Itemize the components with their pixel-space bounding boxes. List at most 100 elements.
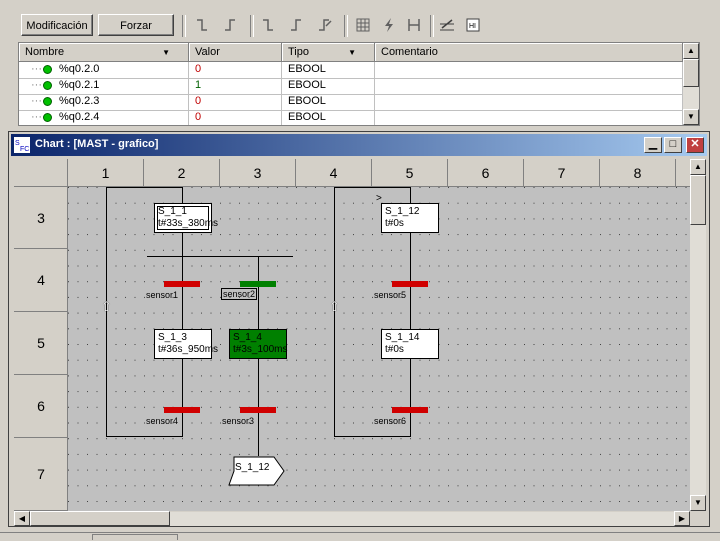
svg-text:HI: HI <box>469 23 476 30</box>
transition-label: sensor3 <box>222 416 255 426</box>
maximize-button[interactable]: □ <box>664 137 682 153</box>
step-s-1-4[interactable]: S_1_4 t#3s_100ms <box>229 329 287 359</box>
column-header-label: Valor <box>195 46 220 58</box>
column-header <box>676 159 690 187</box>
type-cell: EBOOL <box>282 94 375 110</box>
column-header: 1 <box>68 159 144 187</box>
table-row[interactable]: ··· %q0.2.3 0 EBOOL <box>19 94 683 111</box>
transition-label: sensor4 <box>146 416 179 426</box>
value-cell[interactable]: 0 <box>189 62 282 78</box>
scroll-left-button[interactable]: ◀ <box>14 511 30 526</box>
column-header-comment[interactable]: Comentario <box>375 43 683 62</box>
transition-sensor3[interactable] <box>240 407 276 413</box>
toolbar-separator <box>430 15 434 37</box>
step-s-1-12[interactable]: S_1_12 t#0s <box>381 203 439 233</box>
name-cell: ··· %q0.2.1 <box>19 78 189 94</box>
scroll-thumb[interactable] <box>30 511 170 526</box>
force-button[interactable]: Forzar <box>98 14 174 36</box>
status-led-icon <box>43 65 52 74</box>
window-titlebar[interactable]: S FC Chart : [MAST - grafico] ▁ □ ✕ <box>11 134 707 156</box>
transition-sensor5[interactable] <box>392 281 428 287</box>
step-id: S_1_12 <box>385 206 420 217</box>
status-bar-tab[interactable] <box>92 534 178 540</box>
loop-arrow-icon: ⇧ <box>101 299 112 314</box>
loop-line <box>334 187 410 188</box>
tree-dots: ··· <box>31 79 42 91</box>
transition-sensor2[interactable] <box>240 281 276 287</box>
column-header: 2 <box>144 159 220 187</box>
step-s-1-1[interactable]: S_1_1 t#33s_380ms <box>154 203 218 233</box>
column-header: 4 <box>296 159 372 187</box>
comment-cell[interactable] <box>375 110 683 125</box>
force-toggle-icon[interactable] <box>316 16 334 34</box>
divergence-bar <box>147 256 293 257</box>
scroll-up-button[interactable]: ▲ <box>683 43 699 59</box>
modify-button[interactable]: Modificación <box>21 14 93 36</box>
column-header: 5 <box>372 159 448 187</box>
chart-window: S FC Chart : [MAST - grafico] ▁ □ ✕ 1 2 … <box>8 131 710 527</box>
chart-vertical-scrollbar[interactable]: ▲ ▼ <box>690 159 706 511</box>
type-cell: EBOOL <box>282 78 375 94</box>
step-id: S_1_4 <box>233 332 262 343</box>
toolbar-separator <box>182 15 186 37</box>
sort-arrow-icon: ▼ <box>162 48 170 57</box>
hi-display-icon[interactable]: HI <box>464 16 482 34</box>
column-header-type[interactable]: Tipo ▼ <box>282 43 375 62</box>
sfc-chart-canvas[interactable]: 1 2 3 4 5 6 7 8 3 4 5 6 7 ⇧ ⇧ > S_1_1 t#… <box>14 159 690 511</box>
row-header: 7 <box>14 438 68 511</box>
tree-dots: ··· <box>31 63 42 75</box>
column-header: 7 <box>524 159 600 187</box>
loop-arrow-icon: ⇧ <box>329 299 340 314</box>
column-header-label: Nombre <box>25 46 65 58</box>
chart-horizontal-scrollbar[interactable]: ◀ ▶ <box>14 511 690 526</box>
step-time: t#0s <box>385 218 404 229</box>
force-falling-icon[interactable] <box>288 16 306 34</box>
table-row[interactable]: ··· %q0.2.0 0 EBOOL <box>19 62 683 79</box>
scroll-thumb[interactable] <box>690 175 706 225</box>
force-rising-icon[interactable] <box>260 16 278 34</box>
step-s-1-3[interactable]: S_1_3 t#36s_950ms <box>154 329 218 359</box>
transition-label: sensor5 <box>374 290 407 300</box>
column-header: 8 <box>600 159 676 187</box>
bracket-icon[interactable] <box>405 16 423 34</box>
transition-sensor1[interactable] <box>164 281 200 287</box>
scroll-up-button[interactable]: ▲ <box>690 159 706 175</box>
variable-name: %q0.2.3 <box>59 95 100 107</box>
scroll-down-button[interactable]: ▼ <box>683 109 699 125</box>
rising-edge-icon[interactable] <box>194 16 212 34</box>
toolbar-separator <box>250 15 254 37</box>
name-cell: ··· %q0.2.0 <box>19 62 189 78</box>
scroll-down-button[interactable]: ▼ <box>690 495 706 511</box>
toolbar-separator <box>344 15 348 37</box>
loop-line <box>106 187 182 188</box>
column-header-value[interactable]: Valor <box>189 43 282 62</box>
column-header-name[interactable]: Nombre ▼ <box>19 43 189 62</box>
status-led-icon <box>43 113 52 122</box>
comment-cell[interactable] <box>375 62 683 78</box>
comment-cell[interactable] <box>375 94 683 110</box>
transition-sensor4[interactable] <box>164 407 200 413</box>
table-row[interactable]: ··· %q0.2.4 0 EBOOL <box>19 110 683 125</box>
table-vertical-scrollbar[interactable]: ▲ ▼ <box>683 43 699 125</box>
step-id: S_1_14 <box>385 332 420 343</box>
value-cell[interactable]: 0 <box>189 94 282 110</box>
row-header: 4 <box>14 249 68 312</box>
close-button[interactable]: ✕ <box>686 137 704 153</box>
row-header: 3 <box>14 187 68 249</box>
name-cell: ··· %q0.2.3 <box>19 94 189 110</box>
minimize-button[interactable]: ▁ <box>644 137 662 153</box>
step-s-1-14[interactable]: S_1_14 t#0s <box>381 329 439 359</box>
chart-edit-icon[interactable] <box>438 16 456 34</box>
falling-edge-icon[interactable] <box>222 16 240 34</box>
column-header-label: Tipo <box>288 46 309 58</box>
comment-cell[interactable] <box>375 78 683 94</box>
table-row[interactable]: ··· %q0.2.1 1 EBOOL <box>19 78 683 95</box>
scroll-right-button[interactable]: ▶ <box>674 511 690 526</box>
grid-icon[interactable] <box>354 16 372 34</box>
value-cell[interactable]: 0 <box>189 110 282 125</box>
scroll-thumb[interactable] <box>683 59 699 87</box>
value-cell[interactable]: 1 <box>189 78 282 94</box>
lightning-icon[interactable] <box>380 16 398 34</box>
transition-sensor6[interactable] <box>392 407 428 413</box>
column-header: 3 <box>220 159 296 187</box>
